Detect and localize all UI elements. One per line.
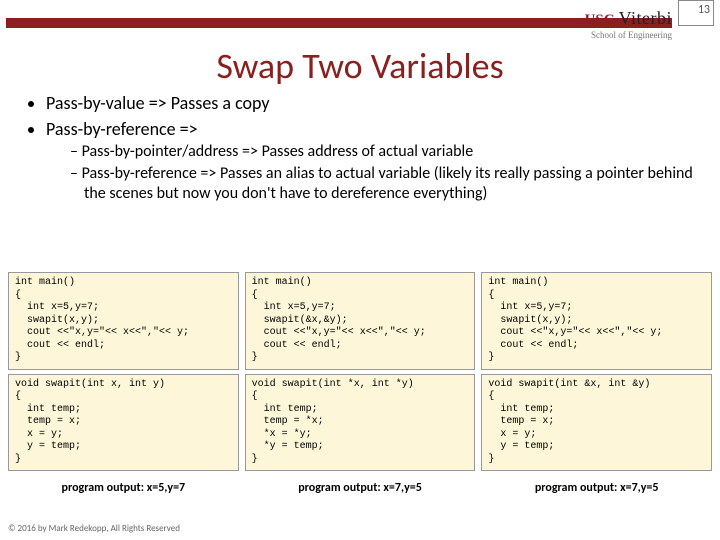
code-main-2: int main() { int x=5,y=7; swapit(&x,&y);… bbox=[245, 272, 476, 370]
bullet-2: Pass-by-reference => Pass-by-pointer/add… bbox=[46, 118, 700, 204]
output-1: program output: x=5,y=7 bbox=[8, 481, 239, 495]
bullet-1: Pass-by-value => Passes a copy bbox=[46, 92, 700, 114]
logo-subtitle: School of Engineering bbox=[591, 30, 672, 40]
sub-bullet-list: Pass-by-pointer/address => Passes addres… bbox=[46, 142, 700, 204]
sub-bullet-2: Pass-by-reference => Passes an alias to … bbox=[70, 164, 700, 204]
code-column-3: int main() { int x=5,y=7; swapit(x,y); c… bbox=[481, 272, 712, 495]
code-main-3: int main() { int x=5,y=7; swapit(x,y); c… bbox=[481, 272, 712, 370]
code-func-3: void swapit(int &x, int &y) { int temp; … bbox=[481, 374, 712, 472]
logo-viterbi-text: Viterbi bbox=[619, 8, 672, 29]
code-main-1: int main() { int x=5,y=7; swapit(x,y); c… bbox=[8, 272, 239, 370]
slide-title: Swap Two Variables bbox=[0, 44, 720, 88]
output-3: program output: x=7,y=5 bbox=[481, 481, 712, 495]
bullet-2-text: Pass-by-reference => bbox=[46, 118, 198, 140]
output-2: program output: x=7,y=5 bbox=[245, 481, 476, 495]
code-column-1: int main() { int x=5,y=7; swapit(x,y); c… bbox=[8, 272, 239, 495]
logo-usc-text: USC bbox=[585, 12, 615, 29]
code-func-2: void swapit(int *x, int *y) { int temp; … bbox=[245, 374, 476, 472]
code-func-1: void swapit(int x, int y) { int temp; te… bbox=[8, 374, 239, 472]
code-column-2: int main() { int x=5,y=7; swapit(&x,&y);… bbox=[245, 272, 476, 495]
sub-bullet-1: Pass-by-pointer/address => Passes addres… bbox=[70, 142, 700, 162]
code-columns: int main() { int x=5,y=7; swapit(x,y); c… bbox=[8, 272, 712, 495]
slide: 13 USC Viterbi School of Engineering Swa… bbox=[0, 0, 720, 540]
page-number: 13 bbox=[678, 0, 714, 26]
usc-viterbi-logo: USC Viterbi bbox=[585, 8, 672, 29]
copyright-footer: © 2016 by Mark Redekopp, All Rights Rese… bbox=[8, 523, 180, 534]
bullet-list: Pass-by-value => Passes a copy Pass-by-r… bbox=[26, 92, 700, 208]
top-bar: 13 USC Viterbi School of Engineering bbox=[0, 0, 720, 38]
header-accent-bar bbox=[6, 18, 672, 28]
